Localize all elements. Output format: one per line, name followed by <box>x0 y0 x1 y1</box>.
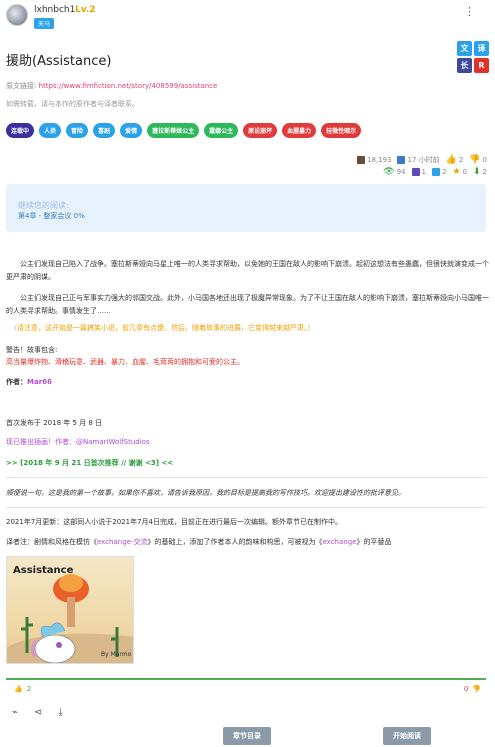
star-icon: ★ <box>452 167 461 177</box>
source-link[interactable]: https://www.fimfiction.net/story/408599/… <box>39 82 218 90</box>
author-name[interactable]: Mar66 <box>27 378 52 386</box>
tag-comedy[interactable]: 喜剧 <box>93 123 116 138</box>
tag-luna[interactable]: 露娜公主 <box>204 123 239 138</box>
comment-count[interactable]: 1 <box>411 168 426 176</box>
thumbs-up-icon: 👍 <box>14 685 23 693</box>
rss-icon[interactable]: ⌁ <box>12 707 18 718</box>
continue-reading-chapter[interactable]: 第4章 - 整家会议 0% <box>18 211 85 221</box>
eye-icon: 👁 <box>383 167 395 177</box>
author-disclaimer: 顺便说一句，这是我的第一个故事，如果你不喜欢，请告诉我原因，我的目标是提高我的写… <box>6 489 405 497</box>
author-label: 作者： <box>6 378 27 386</box>
tag-alternate-universe[interactable]: 原设崩坏 <box>243 123 278 138</box>
book-icon <box>356 156 365 164</box>
divider <box>6 477 486 478</box>
tag-gore[interactable]: 血腥暴力 <box>282 123 317 138</box>
translator-note: 译者注：剧情和风格在模仿《exchange-交流》的基础上，添加了作者本人的韵味… <box>6 538 392 546</box>
featured-notice: >> [2018 年 9 月 21 日首次推荐 // 谢谢 <3] << <box>6 459 174 467</box>
comment-icon <box>411 168 420 176</box>
lang-badge-translation: 译 <box>474 41 489 56</box>
description-p1: 公主们发现自己陷入了战争。塞拉斯蒂娅向马星上唯一的人类寻求帮助，以免她的王国在敌… <box>6 260 489 281</box>
kebab-icon[interactable]: ⋮ <box>464 6 475 17</box>
stats-row-2: 👁 94 1 2 ★ 0 ⬇ 2 <box>383 167 487 177</box>
user-badge: 天马 <box>34 18 55 29</box>
continue-reading-title: 继续您的阅读: <box>18 201 69 210</box>
divider <box>6 507 486 508</box>
source-label: 原文链接: <box>6 82 39 90</box>
tag-celestia[interactable]: 塞拉斯蒂娅公主 <box>147 123 200 138</box>
cover-signature: By Marmo <box>101 651 132 658</box>
story-title: 援助(Assistance) <box>6 54 112 69</box>
illustration-credit: 现已推出插画！作者：@NamariWolfStudios <box>6 438 150 446</box>
word-count: 18,193 <box>356 156 391 164</box>
dislike-count[interactable]: 👎 0 <box>469 155 487 165</box>
stats-row-1: 18,193 17 小时前 👍 2 👎 0 <box>356 155 487 165</box>
footer-like[interactable]: 👍 2 <box>14 685 31 693</box>
published-date: 首次发布于 2018 年 5 月 8 日 <box>6 419 103 427</box>
exchange-link-2[interactable]: exchange <box>323 538 357 546</box>
language-badges: 文 译 长 R <box>457 41 489 73</box>
exchange-link-1[interactable]: exchange-交流 <box>97 538 148 546</box>
tag-sex-hint[interactable]: 轻微性暗示 <box>321 123 362 138</box>
star-count[interactable]: ★ 0 <box>452 167 467 177</box>
view-count: 👁 94 <box>383 167 406 177</box>
tag-adventure[interactable]: 冒险 <box>66 123 89 138</box>
description-warning-note: （请注意，这开始是一篇搞笑小说，前几章有点傻。然后，随着故事的进展，它变得越来越… <box>10 324 315 332</box>
footer-actions: ⌁ ⋖ ⤓ <box>12 707 63 718</box>
cover-illustration <box>7 574 133 663</box>
footer-dislike[interactable]: 0 👎 <box>464 685 481 693</box>
favorite-count[interactable]: 2 <box>431 168 446 176</box>
updated-time: 17 小时前 <box>397 155 440 165</box>
lang-badge-rating: R <box>474 58 489 73</box>
lang-badge-original: 文 <box>457 41 472 56</box>
tag-list: 连载中 人类 冒险 喜剧 爱情 塞拉斯蒂娅公主 露娜公主 原设崩坏 血腥暴力 轻… <box>6 123 362 138</box>
download-icon[interactable]: ⤓ <box>58 707 62 718</box>
toc-button[interactable]: 章节目录 <box>223 727 271 745</box>
source-link-row: 原文链接: https://www.fimfiction.net/story/4… <box>6 81 217 91</box>
tag-status[interactable]: 连载中 <box>6 123 35 138</box>
download-arrow-icon: ⬇ <box>472 167 481 177</box>
thumbs-down-icon: 👎 <box>472 685 481 693</box>
lang-badge-long: 长 <box>457 58 472 73</box>
warning-content: 高当量爆炸物、滑稽玩意、武器、暴力、血腥、毛茸茸的拥抱和可爱的公主。 <box>6 358 244 366</box>
username[interactable]: lxhnbch1 <box>34 5 75 15</box>
continue-reading-box[interactable] <box>6 184 486 232</box>
download-count[interactable]: ⬇ 2 <box>473 167 487 177</box>
share-icon[interactable]: ⋖ <box>34 707 42 718</box>
like-count[interactable]: 👍 2 <box>446 155 464 165</box>
bookmark-icon <box>431 168 440 176</box>
thumbs-down-icon: 👎 <box>469 155 481 165</box>
rating-bar <box>6 678 486 680</box>
thumbs-up-icon: 👍 <box>445 155 457 165</box>
author-line: 作者：Mar66 <box>6 376 490 389</box>
start-reading-button[interactable]: 开始阅读 <box>383 727 431 745</box>
tag-romance[interactable]: 爱情 <box>120 123 143 138</box>
repost-note: 如需转载，请与本作的原作者与译者联系。 <box>6 100 139 108</box>
description-p2: 公主们发现自己正与军事实力强大的邻国交战。此外，小马国各地还出现了极魔异常现象。… <box>6 294 489 315</box>
calendar-icon <box>397 156 406 164</box>
user-level: Lv.2 <box>75 5 96 15</box>
tag-human[interactable]: 人类 <box>39 123 62 138</box>
update-note: 2021年7月更新：这部同人小说于2021年7月4日完成，目前正在进行最后一次编… <box>6 518 342 526</box>
avatar[interactable] <box>6 4 28 26</box>
cover-image[interactable]: Assistance By Marmo <box>6 556 134 664</box>
